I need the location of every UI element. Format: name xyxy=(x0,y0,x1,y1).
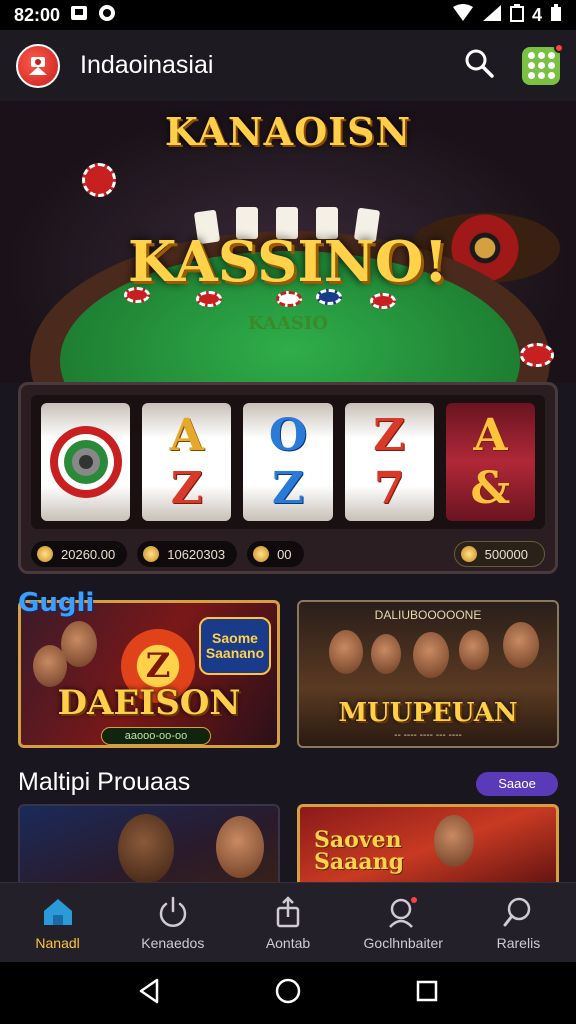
notification-icon xyxy=(70,4,88,27)
casino-chip xyxy=(82,163,116,197)
logo-icon[interactable] xyxy=(16,43,60,88)
balance-value: 500000 xyxy=(484,546,528,562)
thumbnail-title-line: Saaang xyxy=(314,849,405,875)
nav-label: Nanadl xyxy=(35,934,80,951)
coin-icon xyxy=(460,546,477,562)
recents-icon[interactable] xyxy=(413,977,441,1010)
status-left: 82:00 xyxy=(14,4,116,27)
sim-icon xyxy=(509,3,524,27)
wifi-icon xyxy=(452,3,474,27)
person-image xyxy=(33,645,67,687)
promo-badge: Saome Saanano xyxy=(199,617,271,675)
casino-chip xyxy=(520,343,554,367)
home-icon xyxy=(43,898,72,925)
app-bar: Indaoinasiai xyxy=(0,30,576,102)
game-thumbnail[interactable] xyxy=(18,804,280,894)
signal-icon xyxy=(482,4,502,27)
slot-reel: Z7 xyxy=(344,403,434,521)
app-bar-actions xyxy=(464,42,564,85)
slot-reel: A & xyxy=(445,403,536,521)
nav-item-profile[interactable]: Goclhnbaiter xyxy=(346,883,461,962)
credit-value: 20260.00 xyxy=(61,546,116,562)
promo-card-muupeuan[interactable]: DALIUBOOOOONE MUUPEUAN -- ---- ---- --- … xyxy=(297,600,559,748)
hero-title-main: KASSINO! xyxy=(127,229,449,295)
status-time: 82:00 xyxy=(14,4,61,25)
battery-level: 4 xyxy=(531,4,542,25)
share-icon xyxy=(276,895,300,927)
thumbnail-title-line: Saoven xyxy=(314,827,402,853)
search-icon[interactable] xyxy=(464,48,494,83)
nav-label: Kenaedos xyxy=(141,934,205,951)
person-image xyxy=(434,815,474,867)
back-icon[interactable] xyxy=(135,977,163,1010)
system-nav-bar xyxy=(0,962,576,1024)
credit-pill: 20260.00 xyxy=(31,541,128,567)
person-image xyxy=(216,816,264,878)
nav-item-power[interactable]: Kenaedos xyxy=(115,883,230,962)
home-circle-icon[interactable] xyxy=(274,977,302,1010)
slot-reels: AZ OZ Z7 A & xyxy=(31,395,545,529)
roulette-icon xyxy=(49,426,122,498)
credit-value: 00 xyxy=(277,546,292,562)
bottom-nav: Nanadl Kenaedos Aontab Goclhnbaiter Rare… xyxy=(0,882,576,962)
nav-item-share[interactable]: Aontab xyxy=(230,883,345,962)
status-bar: 82:00 4 xyxy=(0,0,576,30)
promo-title: DAEISON xyxy=(57,683,241,723)
coin-icon xyxy=(143,546,160,562)
status-right: 4 xyxy=(452,3,562,27)
slot-reel: OZ xyxy=(243,403,333,521)
promo-caption: DALIUBOOOOONE xyxy=(374,608,482,622)
power-icon xyxy=(159,896,187,927)
hero-subtitle: KAASIO xyxy=(248,313,328,334)
coin-icon xyxy=(37,546,53,562)
person-image xyxy=(503,622,539,668)
app-screen: 82:00 4 Indaoinasiai KANAOISN KASSINO! K… xyxy=(0,0,576,1024)
slot-credits: 20260.00 10620303 00 500000 xyxy=(31,541,545,567)
balance-pill[interactable]: 500000 xyxy=(453,541,545,567)
nav-item-search[interactable]: Rarelis xyxy=(461,883,576,962)
promo-footer: -- ---- ---- --- ---- xyxy=(394,730,462,741)
slot-reel xyxy=(41,403,131,521)
nav-label: Aontab xyxy=(265,934,311,951)
thumbnail-title: Saoven Saaang xyxy=(314,829,404,873)
credit-pill: 00 xyxy=(247,541,304,567)
nav-label: Rarelis xyxy=(496,934,541,951)
section-action-button[interactable]: Saaoe xyxy=(476,772,558,796)
nav-item-home[interactable]: Nanadl xyxy=(0,883,115,962)
profile-icon xyxy=(389,896,418,928)
notification-dot xyxy=(554,42,564,53)
person-image xyxy=(371,634,401,674)
person-image xyxy=(413,632,449,678)
promo-pill: aaooo-oo-oo xyxy=(101,727,211,745)
nav-label: Goclhnbaiter xyxy=(363,934,443,951)
person-image xyxy=(329,630,363,674)
promo-tag: Gugli xyxy=(18,588,95,618)
person-image xyxy=(118,814,174,884)
credit-pill: 10620303 xyxy=(137,541,238,567)
coin-icon xyxy=(253,546,270,562)
promo-title: MUUPEUAN xyxy=(338,698,518,728)
slot-machine-game[interactable]: AZ OZ Z7 A & 20260.00 10620303 00 500000 xyxy=(18,382,558,574)
app-title: Indaoinasiai xyxy=(80,51,214,79)
hero-banner[interactable]: KANAOISN KASSINO! KAASIO xyxy=(0,101,576,383)
apps-grid-icon[interactable] xyxy=(522,42,564,85)
casino-chip xyxy=(370,293,396,309)
promo-card-daeison[interactable]: Z Saome Saanano DAEISON aaooo-oo-oo xyxy=(18,600,280,748)
hero-title-top: KANAOISN xyxy=(164,109,412,154)
section-title: Maltipi Prouaas xyxy=(18,768,191,796)
sync-icon xyxy=(98,4,116,27)
search-icon xyxy=(503,897,531,926)
credit-value: 10620303 xyxy=(167,546,226,562)
person-image xyxy=(459,630,489,670)
game-thumbnail[interactable]: Saoven Saaang xyxy=(297,804,559,894)
battery-icon xyxy=(550,3,562,27)
slot-reel: AZ xyxy=(142,403,232,521)
